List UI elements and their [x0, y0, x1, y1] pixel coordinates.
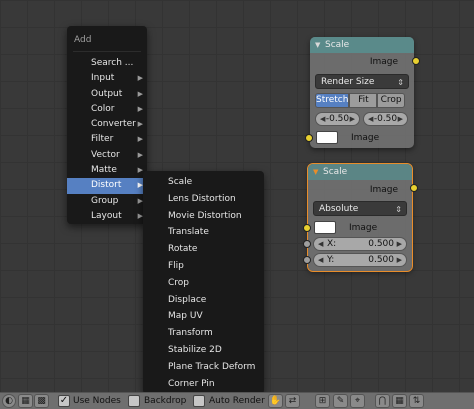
input-image-socket[interactable]: [303, 224, 311, 232]
scale-mode-dropdown[interactable]: Render Size ⇕: [315, 74, 409, 89]
menu-item-converter[interactable]: Converter ▶: [67, 117, 147, 132]
submenu-item-plane-track-deform[interactable]: Plane Track Deform: [143, 359, 264, 376]
submenu-item-crop[interactable]: Crop: [143, 275, 264, 292]
submenu-item-scale[interactable]: Scale: [143, 174, 264, 191]
fit-button[interactable]: Fit: [349, 93, 378, 108]
x-value-field[interactable]: ◀ X: 0.500 ▶: [313, 237, 407, 251]
menu-item-output[interactable]: Output ▶: [67, 87, 147, 102]
decrement-arrow-icon[interactable]: ◀: [318, 254, 323, 266]
auto-render-label: Auto Render: [209, 396, 265, 406]
parent-icon[interactable]: ⇅: [409, 394, 424, 408]
submenu-item-transform[interactable]: Transform: [143, 325, 264, 342]
snap-icon[interactable]: ⌖: [350, 394, 365, 408]
edit-icon[interactable]: ✎: [333, 394, 348, 408]
output-image-label: Image: [369, 57, 398, 67]
submenu-arrow-icon: ▶: [137, 120, 143, 129]
updown-arrows-icon: ⇕: [397, 78, 404, 87]
menu-item-layout[interactable]: Layout ▶: [67, 209, 147, 224]
output-image-socket[interactable]: [410, 184, 418, 192]
menu-item-group[interactable]: Group ▶: [67, 194, 147, 209]
submenu-arrow-icon: ▶: [137, 89, 143, 98]
submenu-arrow-icon: ▶: [137, 150, 143, 159]
dropdown-value: Render Size: [321, 77, 375, 87]
node-header[interactable]: ▼ Scale: [308, 164, 412, 180]
link-icon[interactable]: ⇄: [285, 394, 300, 408]
offset-x-field[interactable]: ◀ -0.50 ▶: [315, 112, 360, 126]
output-image-socket[interactable]: [412, 57, 420, 65]
updown-arrows-icon: ⇕: [395, 205, 402, 214]
scale-node-absolute[interactable]: ▼ Scale Image Absolute ⇕ Image ◀ X: 0.50…: [303, 163, 418, 272]
image-color-swatch[interactable]: [314, 221, 336, 234]
menu-item-filter[interactable]: Filter ▶: [67, 132, 147, 147]
submenu-item-rotate[interactable]: Rotate: [143, 241, 264, 258]
node-tree-icon[interactable]: ⊞: [315, 394, 330, 408]
increment-arrow-icon[interactable]: ▶: [398, 113, 403, 125]
submenu-arrow-icon: ▶: [137, 104, 143, 113]
decrement-arrow-icon[interactable]: ◀: [320, 113, 325, 125]
distort-submenu: Scale Lens Distortion Movie Distortion T…: [143, 171, 264, 394]
stretch-button[interactable]: Stretch: [315, 93, 350, 108]
fit-mode-segmented: Stretch Fit Crop: [315, 93, 405, 108]
input-image-socket[interactable]: [305, 134, 313, 142]
menu-item-vector[interactable]: Vector ▶: [67, 148, 147, 163]
submenu-item-lens-distortion[interactable]: Lens Distortion: [143, 191, 264, 208]
dropdown-value: Absolute: [319, 204, 359, 214]
submenu-item-movie-distortion[interactable]: Movie Distortion: [143, 208, 264, 225]
y-value-field[interactable]: ◀ Y: 0.500 ▶: [313, 253, 407, 267]
checker-icon[interactable]: ▩: [34, 394, 49, 408]
input-image-label: Image: [349, 223, 378, 233]
scale-node-render-size[interactable]: ▼ Scale Image Render Size ⇕ Stretch Fit …: [305, 37, 420, 148]
auto-render-checkbox[interactable]: [193, 395, 205, 407]
output-image-label: Image: [369, 185, 398, 195]
offset-y-field[interactable]: ◀ -0.50 ▶: [363, 112, 408, 126]
decrement-arrow-icon[interactable]: ◀: [318, 238, 323, 250]
backdrop-checkbox[interactable]: [128, 395, 140, 407]
input-x-socket[interactable]: [303, 240, 311, 248]
input-y-socket[interactable]: [303, 256, 311, 264]
submenu-arrow-icon: ▶: [137, 135, 143, 144]
grid-icon[interactable]: ▦: [392, 394, 407, 408]
backdrop-label: Backdrop: [144, 396, 187, 406]
input-image-label: Image: [351, 133, 380, 143]
node-title: Scale: [325, 40, 350, 50]
add-menu: Add Search ... Input ▶ Output ▶ Color ▶ Con…: [67, 26, 147, 224]
node-title: Scale: [323, 167, 348, 177]
editor-type-icon[interactable]: ◐: [2, 394, 16, 408]
use-nodes-label: Use Nodes: [73, 396, 121, 406]
decrement-arrow-icon[interactable]: ◀: [368, 113, 373, 125]
hand-icon[interactable]: ✋: [268, 394, 283, 408]
submenu-item-displace[interactable]: Displace: [143, 292, 264, 309]
submenu-item-map-uv[interactable]: Map UV: [143, 308, 264, 325]
increment-arrow-icon[interactable]: ▶: [350, 113, 355, 125]
menu-item-distort[interactable]: Distort ▶: [67, 178, 147, 194]
render-layers-icon[interactable]: ▦: [18, 394, 33, 408]
increment-arrow-icon[interactable]: ▶: [397, 254, 402, 266]
menu-item-color[interactable]: Color ▶: [67, 102, 147, 117]
menu-item-matte[interactable]: Matte ▶: [67, 163, 147, 178]
increment-arrow-icon[interactable]: ▶: [397, 238, 402, 250]
scale-mode-dropdown[interactable]: Absolute ⇕: [313, 201, 407, 216]
collapse-triangle-icon[interactable]: ▼: [315, 37, 320, 53]
submenu-item-stabilize-2d[interactable]: Stabilize 2D: [143, 342, 264, 359]
submenu-item-corner-pin[interactable]: Corner Pin: [143, 376, 264, 393]
submenu-item-translate[interactable]: Translate: [143, 224, 264, 241]
magnet-icon[interactable]: ⋂: [375, 394, 390, 408]
menu-item-search[interactable]: Search ...: [67, 56, 147, 71]
submenu-arrow-icon: ▶: [137, 74, 143, 83]
crop-button[interactable]: Crop: [377, 93, 405, 108]
submenu-item-flip[interactable]: Flip: [143, 258, 264, 275]
use-nodes-checkbox[interactable]: ✓: [58, 395, 70, 407]
collapse-triangle-icon[interactable]: ▼: [313, 164, 318, 180]
node-header[interactable]: ▼ Scale: [310, 37, 414, 53]
menu-item-input[interactable]: Input ▶: [67, 71, 147, 86]
add-menu-title: Add: [74, 35, 92, 45]
menu-separator: [73, 51, 141, 52]
image-color-swatch[interactable]: [316, 131, 338, 144]
node-editor-header: ◐ ▦ ▩ ✓ Use Nodes Backdrop Auto Render ✋…: [0, 392, 474, 409]
